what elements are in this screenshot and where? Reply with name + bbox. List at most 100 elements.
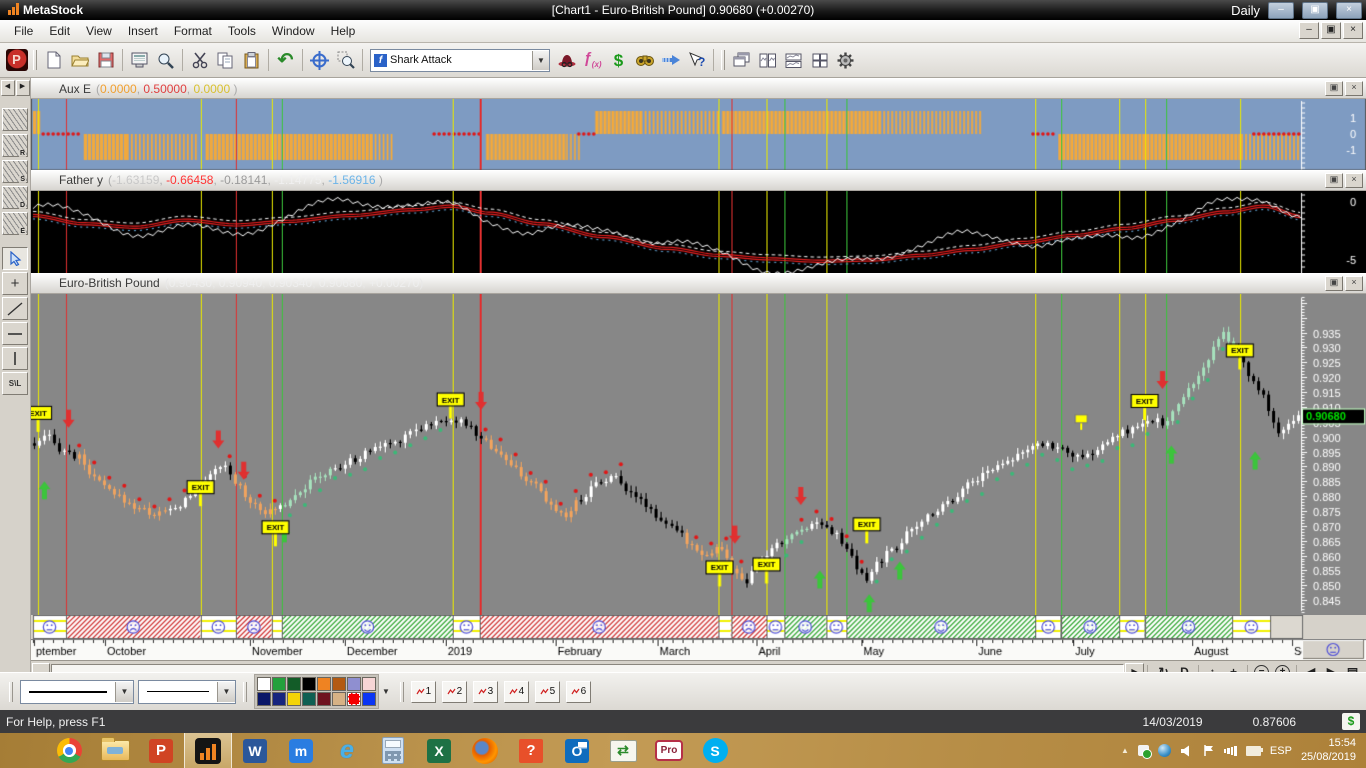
chart-layout-button-5[interactable]: 5 bbox=[535, 681, 560, 703]
aux-plot[interactable] bbox=[31, 99, 1366, 170]
toolbar-grip[interactable] bbox=[400, 682, 404, 702]
taskbar-skype-icon[interactable]: S bbox=[692, 733, 738, 768]
color-swatch[interactable] bbox=[287, 692, 301, 706]
color-swatch[interactable] bbox=[287, 677, 301, 691]
chart-layout-button-6[interactable]: 6 bbox=[566, 681, 591, 703]
clock[interactable]: 15:54 25/08/2019 bbox=[1301, 737, 1356, 765]
taskbar-maxthon-icon[interactable]: m bbox=[278, 733, 324, 768]
time-axis[interactable] bbox=[31, 639, 1366, 660]
metastock-program-icon[interactable]: P bbox=[4, 48, 29, 73]
open-button[interactable] bbox=[67, 48, 92, 73]
color-swatch[interactable] bbox=[317, 677, 331, 691]
palette-dropdown-arrow[interactable]: ▼ bbox=[379, 687, 393, 696]
menu-file[interactable]: File bbox=[6, 21, 41, 41]
options-gear-button[interactable] bbox=[833, 48, 858, 73]
trendline-tool[interactable] bbox=[2, 297, 28, 320]
menu-format[interactable]: Format bbox=[166, 21, 220, 41]
pointer-tool[interactable] bbox=[2, 247, 28, 270]
save-button[interactable] bbox=[93, 48, 118, 73]
taskbar-calculator-icon[interactable] bbox=[370, 733, 416, 768]
expert-selector[interactable]: f Shark Attack ▼ bbox=[370, 49, 550, 72]
color-swatch[interactable] bbox=[332, 692, 346, 706]
menu-insert[interactable]: Insert bbox=[120, 21, 166, 41]
father-maximize-button[interactable]: ▣ bbox=[1325, 173, 1343, 188]
scroll-left-button[interactable]: ◀ bbox=[1, 80, 15, 96]
line-weight-select[interactable]: ▼ bbox=[138, 680, 236, 704]
expert-ribbon[interactable] bbox=[31, 615, 1366, 639]
menu-tools[interactable]: Tools bbox=[220, 21, 264, 41]
tile-vertical-button[interactable] bbox=[755, 48, 780, 73]
child-minimize-button[interactable]: – bbox=[1299, 22, 1319, 39]
chart-layout-button-1[interactable]: 1 bbox=[411, 681, 436, 703]
taskbar-powerpoint-icon[interactable]: P bbox=[138, 733, 184, 768]
taskbar-help-icon[interactable]: ? bbox=[508, 733, 554, 768]
line-weight-dropdown-arrow[interactable]: ▼ bbox=[217, 682, 235, 702]
paste-button[interactable] bbox=[239, 48, 264, 73]
taskbar-chrome-icon[interactable] bbox=[46, 733, 92, 768]
cascade-windows-button[interactable] bbox=[729, 48, 754, 73]
language-indicator[interactable]: ESP bbox=[1270, 745, 1292, 757]
crosshair-button[interactable] bbox=[307, 48, 332, 73]
network-globe-icon[interactable] bbox=[1158, 744, 1171, 757]
taskbar-word-icon[interactable]: W bbox=[232, 733, 278, 768]
vertical-line-tool[interactable] bbox=[2, 347, 28, 370]
color-swatch[interactable] bbox=[362, 677, 376, 691]
forecaster-button[interactable] bbox=[658, 48, 683, 73]
aux-panel-header[interactable]: Aux E (0.0000, 0.50000, 0.0000 ) ▣ × bbox=[31, 78, 1366, 99]
color-swatch[interactable] bbox=[257, 692, 271, 706]
toolbar-grip[interactable] bbox=[33, 50, 37, 70]
cut-button[interactable] bbox=[187, 48, 212, 73]
color-swatch[interactable] bbox=[272, 692, 286, 706]
minimize-button[interactable]: – bbox=[1268, 2, 1294, 19]
tile-horizontal-button[interactable] bbox=[781, 48, 806, 73]
taskbar-internet-explorer-icon[interactable]: e bbox=[324, 733, 370, 768]
pattern-tool-3[interactable]: S bbox=[2, 160, 28, 183]
taskbar-metastock-icon[interactable] bbox=[184, 733, 232, 768]
line-style-dropdown-arrow[interactable]: ▼ bbox=[115, 682, 133, 702]
undo-button[interactable]: ↶ bbox=[273, 48, 298, 73]
line-style-select[interactable]: ▼ bbox=[20, 680, 134, 704]
taskbar-start-icon[interactable] bbox=[0, 733, 46, 768]
child-close-button[interactable]: × bbox=[1343, 22, 1363, 39]
taskbar-file-explorer-icon[interactable] bbox=[92, 733, 138, 768]
tray-expand-icon[interactable]: ▲ bbox=[1121, 746, 1129, 755]
usb-device-icon[interactable] bbox=[1138, 745, 1149, 756]
close-button[interactable]: × bbox=[1336, 2, 1362, 19]
color-swatch[interactable] bbox=[272, 677, 286, 691]
price-plot[interactable] bbox=[31, 294, 1366, 615]
battery-icon[interactable] bbox=[1246, 746, 1261, 756]
tile-grid-button[interactable] bbox=[807, 48, 832, 73]
copy-button[interactable] bbox=[213, 48, 238, 73]
pattern-tool-4[interactable]: D bbox=[2, 186, 28, 209]
expert-advisor-button[interactable] bbox=[554, 48, 579, 73]
taskbar-outlook-icon[interactable]: O bbox=[554, 733, 600, 768]
color-swatch[interactable] bbox=[317, 692, 331, 706]
new-chart-button[interactable] bbox=[41, 48, 66, 73]
crosshair-tool[interactable]: + bbox=[2, 272, 28, 295]
print-preview-button[interactable] bbox=[127, 48, 152, 73]
chart-layout-button-3[interactable]: 3 bbox=[473, 681, 498, 703]
color-swatch[interactable] bbox=[332, 677, 346, 691]
taskbar-excel-icon[interactable]: X bbox=[416, 733, 462, 768]
whats-this-button[interactable]: ? bbox=[684, 48, 709, 73]
chart-layout-button-4[interactable]: 4 bbox=[504, 681, 529, 703]
restore-button[interactable]: ▣ bbox=[1302, 2, 1328, 19]
toolbar-grip[interactable] bbox=[721, 50, 725, 70]
pattern-tool-2[interactable]: R bbox=[2, 134, 28, 157]
zoom-area-button[interactable] bbox=[333, 48, 358, 73]
child-restore-button[interactable]: ▣ bbox=[1321, 22, 1341, 39]
price-maximize-button[interactable]: ▣ bbox=[1325, 276, 1343, 291]
menu-view[interactable]: View bbox=[78, 21, 120, 41]
aux-maximize-button[interactable]: ▣ bbox=[1325, 81, 1343, 96]
indicator-builder-button[interactable]: ƒ(x) bbox=[580, 48, 605, 73]
color-swatch[interactable] bbox=[302, 692, 316, 706]
action-center-flag-icon[interactable] bbox=[1203, 744, 1215, 757]
expert-dropdown-arrow[interactable]: ▼ bbox=[532, 51, 549, 70]
color-swatch[interactable] bbox=[347, 692, 361, 706]
father-panel-header[interactable]: Father y (-1.63159, -0.66458, -0.18141, … bbox=[31, 170, 1366, 191]
father-close-button[interactable]: × bbox=[1345, 173, 1363, 188]
color-swatch[interactable] bbox=[362, 692, 376, 706]
color-swatch[interactable] bbox=[347, 677, 361, 691]
taskbar-screen-share-icon[interactable]: ⇄ bbox=[600, 733, 646, 768]
system-tester-button[interactable]: $ bbox=[606, 48, 631, 73]
